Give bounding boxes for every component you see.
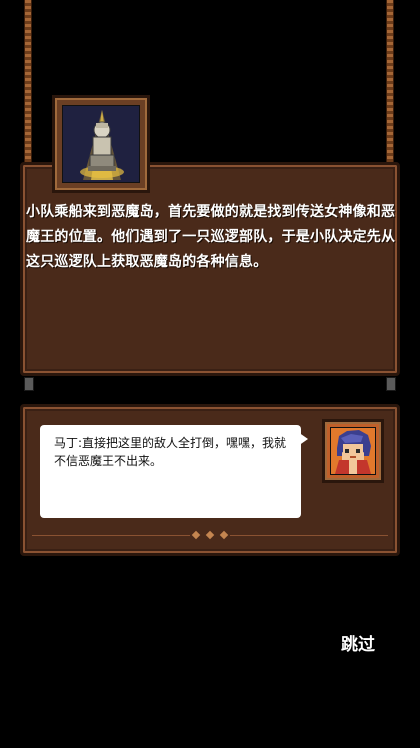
hanging-rope-right [386,0,394,165]
goddess-statue-icon [62,105,140,183]
skip-button[interactable]: 跳过 [336,630,380,655]
divider-line-left [32,535,190,536]
story-portrait-frame [52,95,150,193]
dialogue-text: 马丁:直接把这里的敌人全打倒，嘿嘿，我就不信恶魔王不出来。 [54,436,287,468]
story-narration: 小队乘船来到恶魔岛，首先要做的就是找到传送女神像和恶魔王的位置。他们遇到了一只巡… [26,204,396,270]
speech-bubble: 马丁:直接把这里的敌人全打倒，嘿嘿，我就不信恶魔王不出来。 [40,425,301,518]
speech-bubble-tail [298,432,308,446]
blue-haired-hero-portrait [330,427,376,475]
divider-line-right [230,535,388,536]
speaker-portrait-frame [322,419,384,483]
hanging-rope-left [24,0,32,165]
board-bracket-right [386,377,396,391]
board-bracket-left [24,377,34,391]
